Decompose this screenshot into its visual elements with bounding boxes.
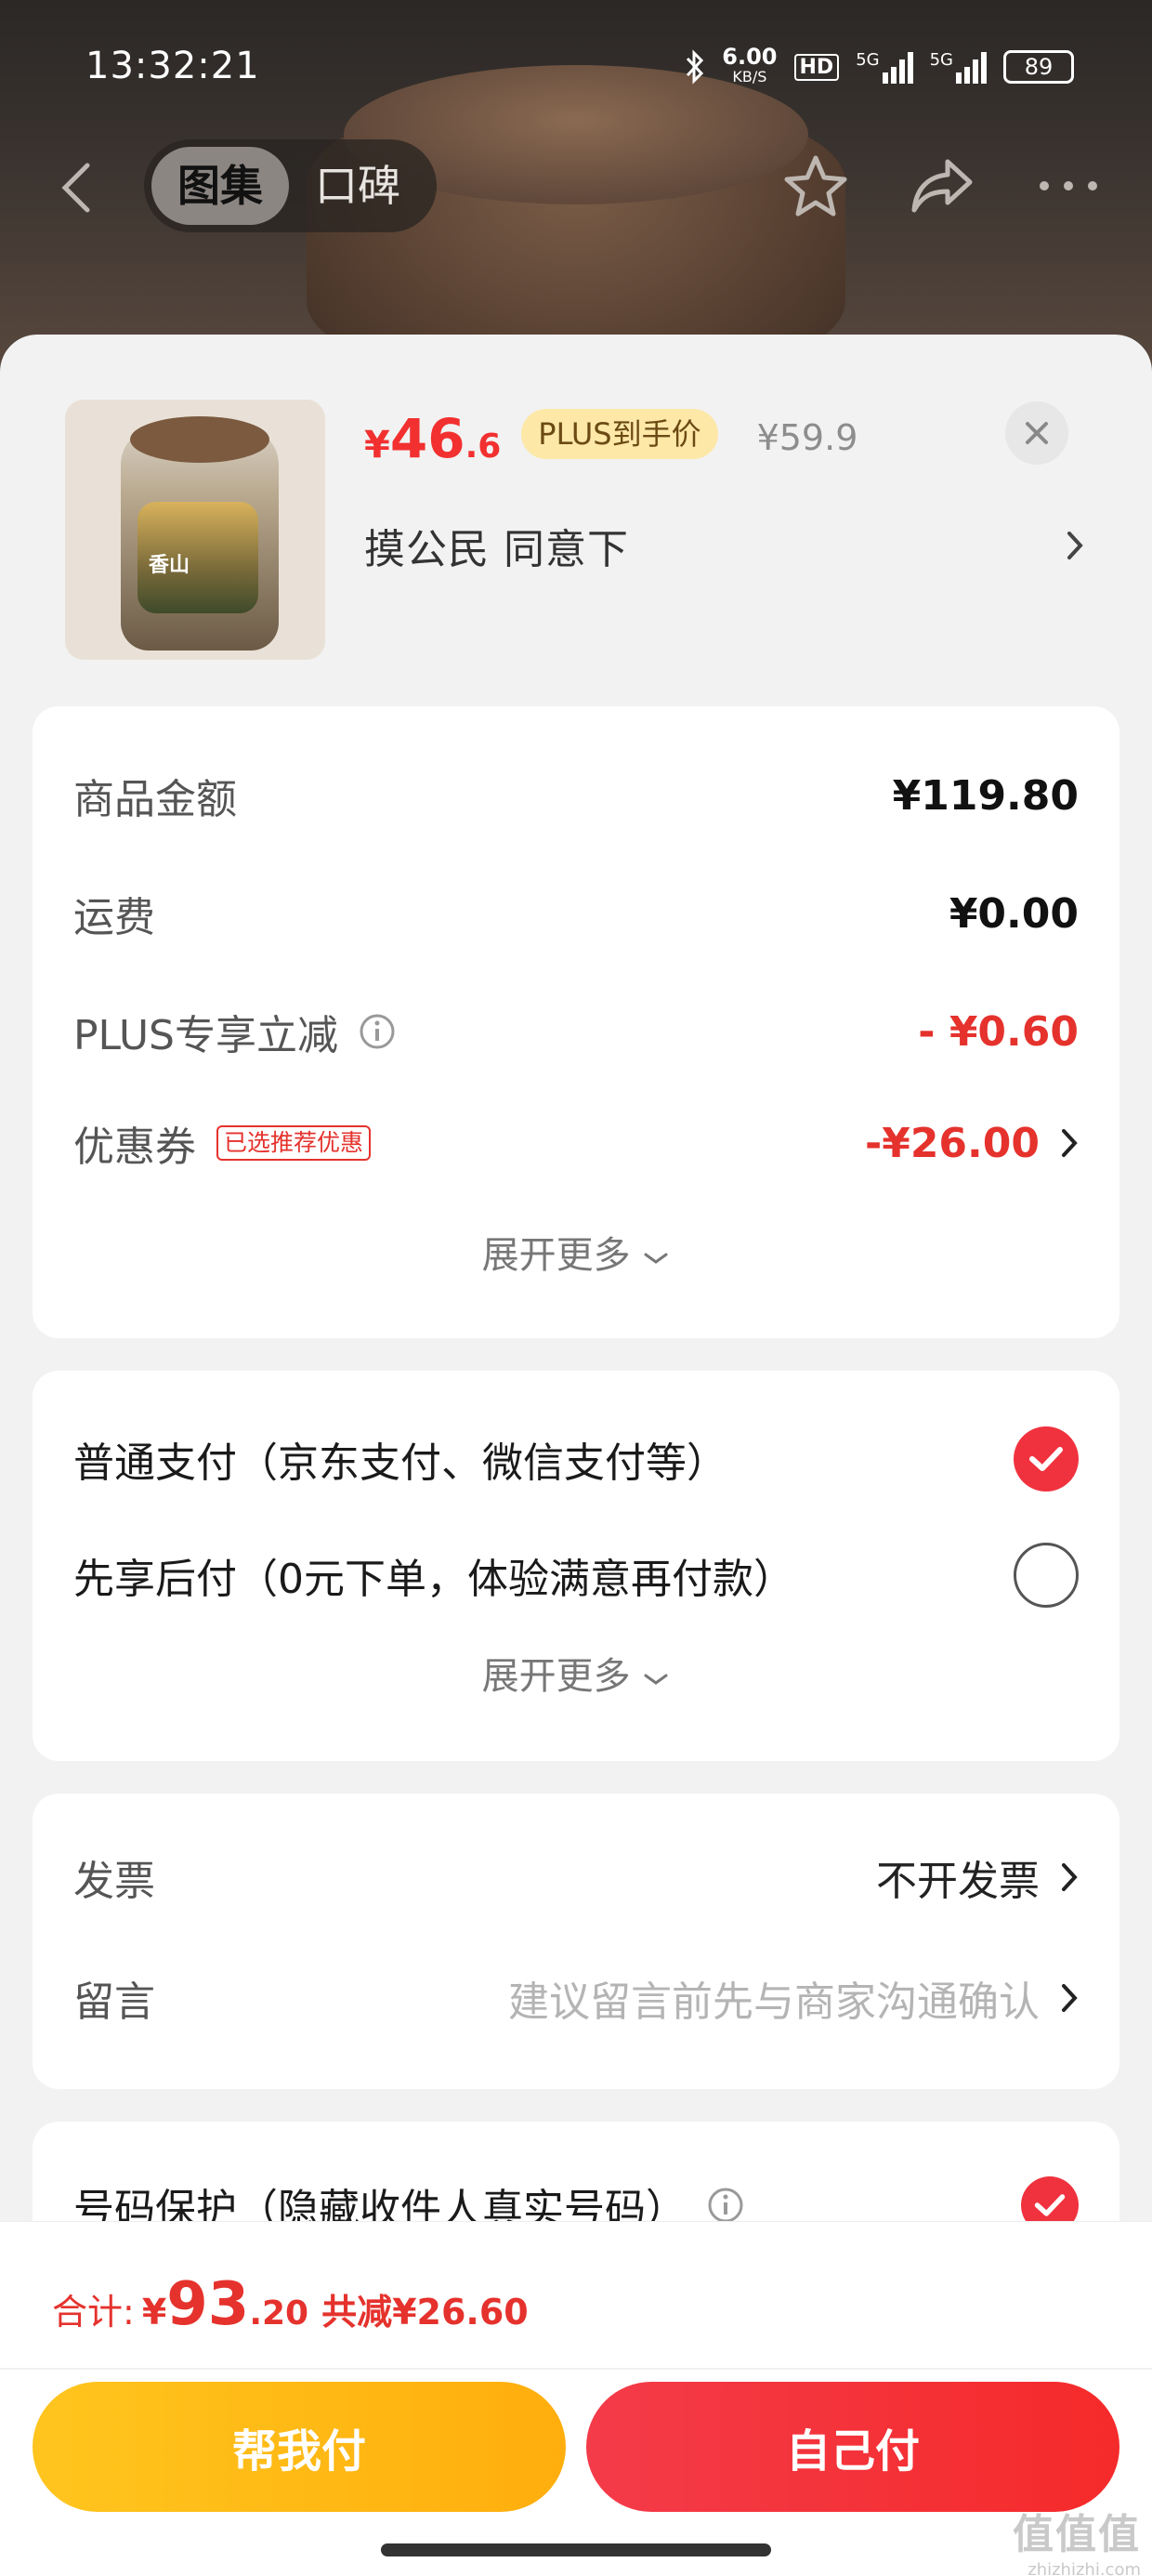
radio-checked-icon[interactable] <box>1014 1426 1079 1492</box>
watermark: 值值值 zhizhizhi.com <box>1013 2501 1141 2576</box>
signal-icon-1: 5G <box>856 50 913 84</box>
invoice-message-card: 发票 不开发票 留言 建议留言前先与商家沟通确认 <box>33 1794 1119 2089</box>
chevron-right-icon <box>1062 1984 1078 2012</box>
chevron-right-icon <box>1062 1129 1078 1157</box>
share-icon[interactable] <box>905 149 979 223</box>
invoice-value: 不开发票 <box>876 1858 1040 1905</box>
coupon-value-wrap: -¥26.00 <box>865 1120 1079 1167</box>
plus-discount-label: PLUS专享立减 <box>73 1012 338 1059</box>
total-currency: ¥ <box>141 2292 167 2333</box>
expand-more-summary[interactable]: 展开更多 <box>33 1225 1119 1279</box>
back-icon[interactable] <box>58 160 104 216</box>
checkout-footer: 合计: ¥ 93 .20 共减¥26.60 帮我付 自己付 值值值 zhizhi… <box>0 2221 1152 2576</box>
total-decimal: .20 <box>249 2294 309 2333</box>
spec-text: 摸公民 同意下 <box>364 526 629 573</box>
tab-gallery[interactable]: 图集 <box>151 147 289 225</box>
battery-icon: 89 <box>1003 50 1074 84</box>
chevron-right-icon <box>1062 1863 1078 1891</box>
home-indicator[interactable] <box>381 2543 771 2556</box>
price-integer: 46 <box>389 407 465 470</box>
signal-icon-2: 5G <box>930 50 987 84</box>
top-nav: 图集 口碑 <box>0 139 1152 232</box>
payment-option-paylater[interactable]: 先享后付（0元下单，体验满意再付款） <box>73 1538 1079 1612</box>
watermark-logo: 值值值 <box>1013 2511 1141 2558</box>
shipping-label: 运费 <box>73 894 155 941</box>
battery-level: 89 <box>1024 54 1054 80</box>
invoice-label: 发票 <box>73 1858 155 1905</box>
radio-unchecked-icon[interactable] <box>1014 1543 1079 1608</box>
tab-reviews[interactable]: 口碑 <box>289 147 426 225</box>
help-me-pay-button[interactable]: 帮我付 <box>33 2382 566 2512</box>
more-icon[interactable] <box>1031 149 1106 223</box>
plus-discount-row: PLUS专享立减 - ¥0.60 <box>73 994 1079 1069</box>
chevron-right-icon <box>1061 527 1089 564</box>
status-bar: 13:32:21 6.00 KB/S HD 5G 5G 89 <box>0 37 1152 102</box>
total-integer: 93 <box>166 2270 250 2339</box>
expand-more-label: 展开更多 <box>481 1234 631 1277</box>
payment-option-standard-label: 普通支付（京东支付、微信支付等） <box>73 1439 727 1487</box>
message-field-wrap: 建议留言前先与商家沟通确认 <box>508 1968 1079 2028</box>
status-icons: 6.00 KB/S HD 5G 5G 89 <box>685 46 1074 87</box>
total-label: 合计: <box>52 2292 135 2333</box>
media-tab-switch: 图集 口碑 <box>144 139 437 232</box>
plus-discount-value: - ¥0.60 <box>918 1007 1079 1056</box>
goods-amount-label: 商品金额 <box>73 776 237 823</box>
product-thumbnail: 香山 <box>65 400 325 660</box>
nav-actions <box>779 149 1106 223</box>
footer-divider <box>0 2368 1152 2370</box>
coupon-label: 优惠券 <box>73 1124 196 1171</box>
product-photo-background: 13:32:21 6.00 KB/S HD 5G 5G 89 图集 口碑 <box>0 0 1152 390</box>
shipping-row: 运费 ¥0.00 <box>73 876 1079 951</box>
shipping-value: ¥0.00 <box>949 889 1079 938</box>
close-button[interactable] <box>1005 401 1068 465</box>
network-speed: 6.00 KB/S <box>722 46 777 87</box>
product-summary: 香山 ¥ 46 .6 PLUS到手价 ¥59.9 摸公民 同意下 <box>65 400 1106 669</box>
price-currency: ¥ <box>364 424 390 467</box>
coupon-recommended-tag: 已选推荐优惠 <box>216 1125 372 1161</box>
plus-discount-label-wrap: PLUS专享立减 <box>73 1002 396 1061</box>
network-speed-unit: KB/S <box>732 68 767 85</box>
watermark-url: zhizhizhi.com <box>1028 2560 1141 2576</box>
signal-2-label: 5G <box>929 50 953 70</box>
star-icon[interactable] <box>779 149 853 223</box>
goods-amount-row: 商品金额 ¥119.80 <box>73 758 1079 833</box>
message-row[interactable]: 留言 建议留言前先与商家沟通确认 <box>73 1961 1079 2035</box>
close-icon <box>1026 422 1048 444</box>
hd-icon: HD <box>793 53 840 81</box>
coupon-label-wrap: 优惠券 已选推荐优惠 <box>73 1113 372 1173</box>
status-time: 13:32:21 <box>85 45 260 87</box>
payment-option-standard[interactable]: 普通支付（京东支付、微信支付等） <box>73 1422 1079 1496</box>
info-icon[interactable] <box>359 1013 396 1050</box>
price-decimal: .6 <box>465 427 502 466</box>
message-placeholder[interactable]: 建议留言前先与商家沟通确认 <box>508 1968 1040 2028</box>
product-thumbnail-logo: 香山 <box>149 554 190 577</box>
chevron-down-icon <box>644 1674 668 1685</box>
spec-selector[interactable]: 摸公民 同意下 <box>364 513 1089 578</box>
coupon-row[interactable]: 优惠券 已选推荐优惠 -¥26.00 <box>73 1106 1079 1180</box>
original-price: ¥59.9 <box>756 417 858 458</box>
price-breakdown-card: 商品金额 ¥119.80 运费 ¥0.00 PLUS专享立减 - ¥0.60 优… <box>33 706 1119 1338</box>
message-label: 留言 <box>73 1978 155 2026</box>
payment-method-card: 普通支付（京东支付、微信支付等） 先享后付（0元下单，体验满意再付款） 展开更多 <box>33 1371 1119 1761</box>
goods-amount-value: ¥119.80 <box>892 771 1079 820</box>
info-icon[interactable] <box>707 2187 744 2224</box>
price-row: ¥ 46 .6 PLUS到手价 ¥59.9 <box>364 407 857 472</box>
coupon-value: -¥26.00 <box>864 1119 1040 1167</box>
expand-more-payment[interactable]: 展开更多 <box>33 1646 1119 1700</box>
network-speed-value: 6.00 <box>722 44 778 70</box>
expand-more-payment-label: 展开更多 <box>481 1655 631 1698</box>
invoice-row[interactable]: 发票 不开发票 <box>73 1840 1079 1914</box>
chevron-down-icon <box>644 1253 668 1264</box>
signal-1-label: 5G <box>856 50 880 70</box>
plus-price-tag: PLUS到手价 <box>521 409 718 459</box>
total-discount: 共减¥26.60 <box>321 2292 529 2333</box>
payment-option-paylater-label: 先享后付（0元下单，体验满意再付款） <box>73 1556 794 1603</box>
invoice-value-wrap: 不开发票 <box>876 1847 1079 1907</box>
pay-myself-button[interactable]: 自己付 <box>586 2382 1119 2512</box>
order-total: 合计: ¥ 93 .20 共减¥26.60 <box>52 2270 529 2339</box>
bluetooth-icon <box>687 49 704 85</box>
